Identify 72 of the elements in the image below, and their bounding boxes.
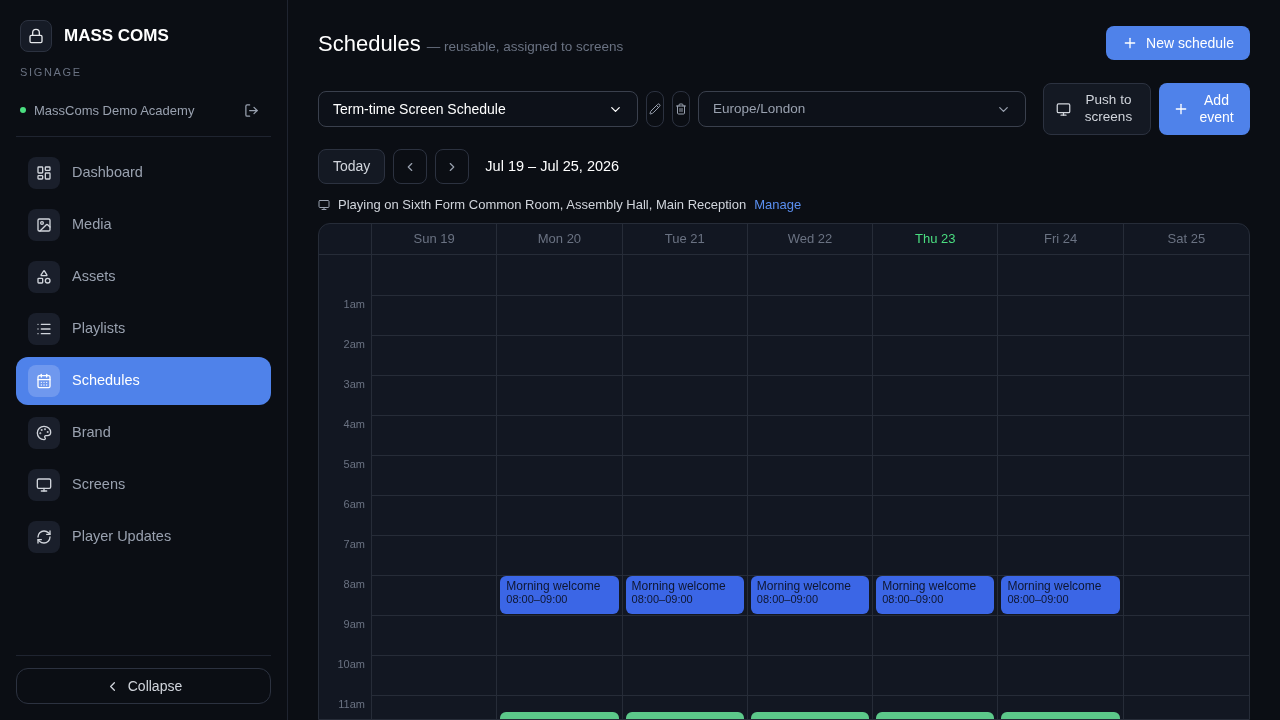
hour-label: 10am: [337, 656, 365, 672]
logout-button[interactable]: [244, 102, 259, 118]
hour-label: 11am: [338, 696, 365, 712]
hour-label: 2am: [343, 336, 365, 352]
today-button[interactable]: Today: [318, 149, 386, 184]
timezone-select[interactable]: Europe/London: [698, 91, 1026, 127]
nav-item[interactable]: Playlists: [16, 305, 271, 353]
day-header: Thu 23: [873, 223, 999, 254]
shapes-icon: [28, 261, 60, 293]
event-block[interactable]: Morning welcome 08:00–09:00: [876, 575, 995, 614]
monitor-icon: [1055, 101, 1071, 117]
trash-icon: [675, 103, 687, 115]
day-header: Sat 25: [1166, 229, 1207, 248]
nav-item[interactable]: Brand: [16, 409, 271, 457]
image-icon: [28, 209, 60, 241]
page-subtitle: — reusable, assigned to screens: [426, 37, 624, 56]
palette-icon: [28, 417, 60, 449]
event-time: 08:00–09:00: [1007, 592, 1070, 606]
nav-item[interactable]: Schedules: [16, 357, 271, 405]
brand-subtitle: SIGNAGE: [19, 65, 83, 80]
event-title: Morning welcome: [631, 578, 727, 593]
hour-label: 4am: [343, 416, 365, 432]
event-title: Morning welcome: [756, 578, 852, 593]
day-header: Mon 20: [497, 223, 623, 254]
nav-item[interactable]: Dashboard: [16, 149, 271, 197]
list-icon: [28, 313, 60, 345]
event-title: Morning welcome: [1007, 578, 1103, 593]
hour-label: 9am: [343, 616, 365, 632]
event-time: 08:00–09:00: [882, 592, 945, 606]
event-time: 08:00–09:00: [506, 592, 569, 606]
hour-label: 3am: [343, 376, 365, 392]
nav-item[interactable]: Player Updates: [16, 513, 271, 561]
dashboard-icon: [28, 157, 60, 189]
nav-item[interactable]: Media: [16, 201, 271, 249]
day-header: Sun 19: [372, 223, 498, 254]
monitor-icon: [28, 469, 60, 501]
monitor-icon: [318, 198, 330, 211]
event-block[interactable]: Morning welcome 08:00–09:00: [500, 575, 619, 614]
day-header: Wed 22: [747, 223, 874, 254]
schedule-select[interactable]: Term-time Screen Schedule: [318, 91, 638, 127]
delete-button[interactable]: [672, 91, 690, 127]
day-header: Tue 21: [622, 223, 748, 254]
page-title: Schedules: [318, 29, 421, 58]
organization-name: MassComs Demo Academy: [34, 101, 196, 120]
event-time: 08:00–09:00: [756, 592, 819, 606]
calendar-icon: [28, 365, 60, 397]
date-range: Jul 19 – Jul 25, 2026: [485, 156, 620, 176]
event-title: Morning welcome: [506, 578, 602, 593]
day-header: Fri 24: [998, 223, 1124, 254]
hour-label: 1am: [343, 296, 365, 312]
manage-link[interactable]: Manage: [754, 195, 802, 215]
pencil-icon: [649, 103, 661, 115]
new-schedule-button[interactable]: New schedule: [1106, 26, 1250, 60]
collapse-button[interactable]: Collapse: [16, 668, 271, 704]
event-block[interactable]: Morning welcome 08:00–09:00: [625, 575, 744, 614]
hour-label: 5am: [343, 456, 365, 472]
logo-icon: [20, 20, 52, 52]
brand-name: MASS COMS: [64, 25, 169, 48]
hour-label: 7am: [343, 536, 365, 552]
push-button[interactable]: Push to screens: [1043, 83, 1151, 135]
event-block[interactable]: Morning welcome 08:00–09:00: [750, 575, 870, 614]
event-title: Morning welcome: [882, 578, 978, 593]
hour-label: 8am: [343, 576, 365, 592]
event-time: 08:00–09:00: [631, 592, 694, 606]
playing-text: Playing on Sixth Form Common Room, Assembly Hall, Main Reception: [338, 196, 747, 214]
event-block[interactable]: Morning welcome 08:00–09:00: [1001, 575, 1120, 614]
hour-label: 6am: [343, 496, 365, 512]
nav-item[interactable]: Screens: [16, 461, 271, 509]
refresh-icon: [28, 521, 60, 553]
edit-button[interactable]: [646, 91, 664, 127]
nav-item[interactable]: Assets: [16, 253, 271, 301]
add-event-button[interactable]: Add event: [1159, 83, 1250, 135]
